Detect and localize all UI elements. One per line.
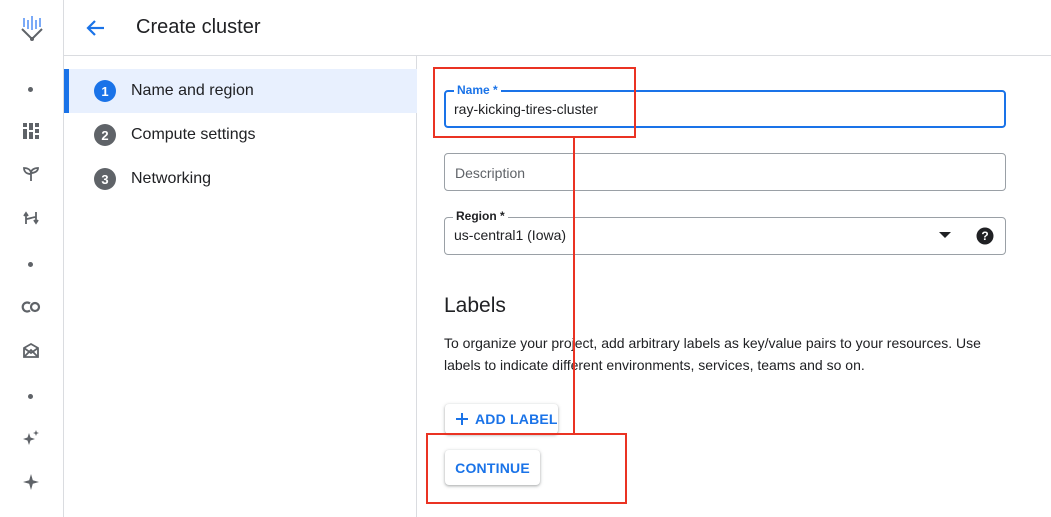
model-garden-icon[interactable] — [20, 340, 42, 362]
page-title: Create cluster — [136, 16, 261, 38]
step-number: 2 — [94, 124, 116, 146]
labels-description: To organize your project, add arbitrary … — [444, 335, 981, 373]
pipelines-icon[interactable] — [20, 207, 42, 229]
page-header: Create cluster — [64, 0, 1051, 56]
description-placeholder[interactable]: Description — [455, 165, 525, 181]
vertex-ai-logo-icon[interactable] — [18, 14, 46, 42]
region-select[interactable]: Region * us-central1 (Iowa) ? — [444, 209, 1006, 255]
colab-icon[interactable] — [20, 296, 42, 318]
add-label-button[interactable]: ADD LABEL — [445, 404, 558, 434]
region-field-label: Region * — [453, 209, 508, 223]
stepper-panel: 1 Name and region 2 Compute settings 3 N… — [64, 56, 417, 517]
help-icon[interactable]: ? — [976, 227, 994, 245]
nav-dot — [28, 262, 33, 267]
step-number: 3 — [94, 168, 116, 190]
dashboard-icon[interactable] — [20, 120, 42, 142]
svg-text:?: ? — [981, 229, 988, 243]
step-networking[interactable]: 3 Networking — [64, 157, 417, 201]
region-select-value[interactable]: us-central1 (Iowa) — [454, 227, 566, 243]
back-button[interactable] — [82, 14, 110, 42]
step-number: 1 — [94, 80, 116, 102]
nav-dot — [28, 87, 33, 92]
add-label-text: ADD LABEL — [475, 411, 558, 427]
description-field[interactable]: Description — [444, 153, 1006, 191]
continue-button[interactable]: CONTINUE — [445, 450, 540, 485]
step-label: Networking — [131, 170, 212, 187]
name-field[interactable]: Name * ray-kicking-tires-cluster — [444, 83, 1006, 128]
name-field-label: Name * — [454, 83, 501, 97]
sprout-icon[interactable] — [20, 163, 42, 185]
sparkle-icon[interactable] — [20, 471, 42, 493]
side-nav-rail — [0, 0, 64, 517]
arrow-back-icon — [86, 20, 104, 36]
step-label: Compute settings — [131, 126, 256, 143]
sparkle-plus-icon[interactable] — [20, 427, 42, 449]
plus-icon — [456, 413, 468, 425]
labels-heading: Labels — [444, 294, 506, 317]
nav-dot — [28, 394, 33, 399]
step-name-and-region[interactable]: 1 Name and region — [64, 69, 417, 113]
step-label: Name and region — [131, 82, 254, 99]
dropdown-arrow-icon[interactable] — [939, 232, 951, 238]
name-field-value[interactable]: ray-kicking-tires-cluster — [454, 101, 598, 117]
step-compute-settings[interactable]: 2 Compute settings — [64, 113, 417, 157]
